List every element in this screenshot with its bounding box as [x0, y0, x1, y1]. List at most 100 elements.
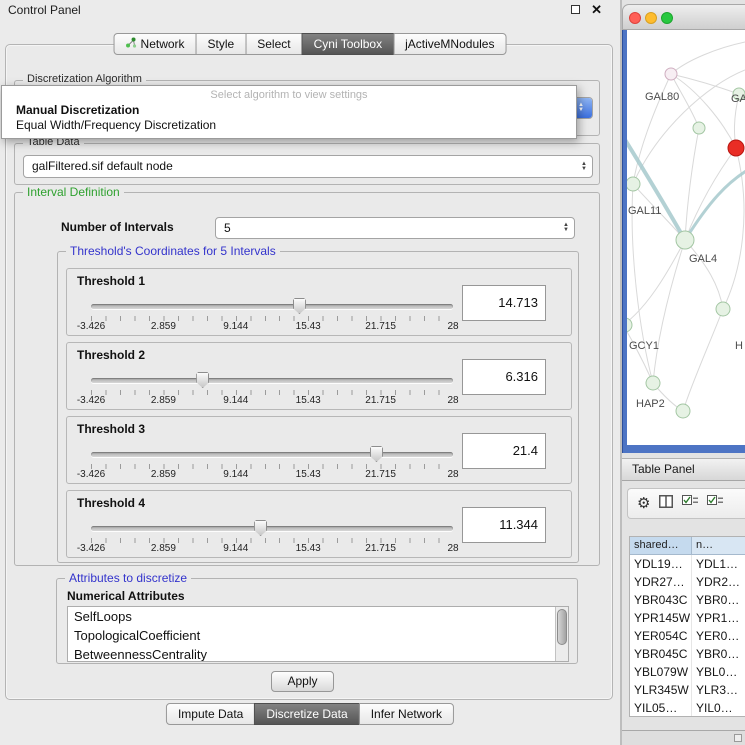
tab-cyni-toolbox[interactable]: Cyni Toolbox — [302, 33, 394, 55]
network-node[interactable] — [716, 302, 730, 316]
attributes-group-title: Attributes to discretize — [65, 571, 191, 585]
tab-label: Impute Data — [178, 707, 243, 721]
threshold-1-label: Threshold 1 — [77, 274, 145, 288]
tick-label: 9.144 — [223, 395, 248, 406]
cell: YIL05… — [630, 699, 692, 717]
close-panel-icon[interactable]: ✕ — [591, 2, 602, 18]
tick-label: -3.426 — [77, 395, 105, 406]
table-toolbar: ⚙ — [627, 488, 745, 519]
network-icon — [126, 37, 137, 51]
slider-thumb[interactable] — [293, 298, 306, 314]
tick-label: 2.859 — [151, 395, 176, 406]
threshold-3-value-field[interactable]: 21.4 — [462, 433, 546, 469]
top-tabstrip: Network Style Select Cyni Toolbox jActiv… — [114, 33, 507, 55]
cell: YBR045C — [630, 645, 692, 663]
threshold-1-slider[interactable] — [91, 297, 453, 315]
table-row[interactable]: YER054C YER0… — [630, 627, 745, 645]
network-node[interactable] — [665, 68, 677, 80]
tab-select[interactable]: Select — [245, 33, 302, 55]
list-item[interactable]: TopologicalCoefficient — [68, 626, 568, 645]
network-window-titlebar — [622, 4, 745, 30]
tab-impute-data[interactable]: Impute Data — [166, 703, 255, 725]
tab-jactivemnodules[interactable]: jActiveMNodules — [393, 33, 506, 55]
cell: YER054C — [630, 627, 692, 645]
dropdown-option-manual-discretization[interactable]: Manual Discretization — [2, 103, 576, 118]
bottom-tabstrip: Impute Data Discretize Data Infer Networ… — [166, 703, 454, 725]
zoom-window-icon[interactable] — [661, 12, 673, 24]
minimize-window-icon[interactable] — [645, 12, 657, 24]
cell: YBL079W — [630, 663, 692, 681]
threshold-1-box: Threshold 1 -3.426 2.859 9.144 15.43 21.… — [66, 268, 572, 336]
resize-grip[interactable] — [734, 734, 742, 742]
columns-icon[interactable] — [659, 495, 673, 513]
apply-button[interactable]: Apply — [271, 671, 334, 692]
network-canvas[interactable]: GAL80 GA GAL11 GAL4 GCY1 HAP2 H — [627, 30, 745, 445]
slider-thumb[interactable] — [370, 446, 383, 462]
table-data-group: Table Data galFiltered.sif default node … — [14, 143, 600, 185]
gear-icon[interactable]: ⚙ — [637, 496, 650, 511]
network-node[interactable] — [646, 376, 660, 390]
select-rows-icon[interactable] — [707, 495, 723, 513]
table-row[interactable]: YIL05… YIL0… — [630, 699, 745, 717]
tick-label: 15.43 — [296, 321, 321, 332]
cell: YBL0… — [692, 663, 745, 681]
column-header-shared-name[interactable]: shared… — [630, 537, 692, 555]
attributes-group: Attributes to discretize Numerical Attri… — [56, 578, 578, 664]
slider-thumb[interactable] — [196, 372, 209, 388]
table-row[interactable]: YLR345W YLR3… — [630, 681, 745, 699]
dropdown-option-equal-width-frequency[interactable]: Equal Width/Frequency Discretization — [2, 118, 576, 133]
scrollbar-thumb[interactable] — [557, 609, 567, 645]
table-row[interactable]: YPR145W YPR1… — [630, 609, 745, 627]
table-panel-title: Table Panel — [632, 462, 695, 476]
network-node[interactable] — [627, 177, 640, 191]
number-of-intervals-combobox[interactable]: 5 ▲▼ — [215, 217, 575, 239]
cell: YER0… — [692, 627, 745, 645]
threshold-4-slider[interactable] — [91, 519, 453, 537]
slider-thumb[interactable] — [254, 520, 267, 536]
tab-discretize-data[interactable]: Discretize Data — [254, 703, 359, 725]
threshold-3-slider[interactable] — [91, 445, 453, 463]
tab-label: Network — [141, 37, 185, 51]
table-row[interactable]: YBR043C YBR0… — [630, 591, 745, 609]
node-label: HAP2 — [636, 398, 665, 410]
float-panel-icon[interactable] — [571, 5, 580, 14]
node-label: GA — [731, 93, 745, 105]
tab-style[interactable]: Style — [196, 33, 247, 55]
slider-tick-labels: -3.426 2.859 9.144 15.43 21.715 28 — [91, 543, 453, 555]
network-node[interactable] — [693, 122, 705, 134]
table-row[interactable]: YDL19… YDL1… — [630, 555, 745, 573]
select-all-columns-icon[interactable] — [682, 495, 698, 513]
close-window-icon[interactable] — [629, 12, 641, 24]
tick-label: 21.715 — [365, 469, 396, 480]
network-node[interactable] — [676, 404, 690, 418]
table-data-combobox[interactable]: galFiltered.sif default node ▲▼ — [23, 155, 593, 178]
network-node[interactable] — [676, 231, 694, 249]
tab-network[interactable]: Network — [114, 33, 197, 55]
table-row[interactable]: YBR045C YBR0… — [630, 645, 745, 663]
tick-label: 28 — [447, 395, 458, 406]
spinner-arrows-icon: ▲▼ — [581, 162, 587, 172]
slider-tick-labels: -3.426 2.859 9.144 15.43 21.715 28 — [91, 469, 453, 481]
list-item[interactable]: BetweennessCentrality — [68, 645, 568, 662]
threshold-2-slider[interactable] — [91, 371, 453, 389]
network-node-selected[interactable] — [728, 140, 744, 156]
tab-label: Cyni Toolbox — [314, 37, 382, 51]
tab-infer-network[interactable]: Infer Network — [359, 703, 454, 725]
tick-label: 2.859 — [151, 543, 176, 554]
node-label: GAL80 — [645, 91, 679, 103]
right-region: GAL80 GA GAL11 GAL4 GCY1 HAP2 H Table Pa… — [622, 0, 745, 745]
column-header-name[interactable]: n… — [692, 537, 745, 555]
network-node[interactable] — [627, 318, 632, 332]
threshold-2-value-field[interactable]: 6.316 — [462, 359, 546, 395]
table-row[interactable]: YDR27… YDR2… — [630, 573, 745, 591]
slider-track — [91, 378, 453, 383]
list-item[interactable]: SelfLoops — [68, 607, 568, 626]
threshold-1-value-field[interactable]: 14.713 — [462, 285, 546, 321]
list-scrollbar[interactable] — [555, 607, 568, 661]
tick-label: -3.426 — [77, 321, 105, 332]
table-row[interactable]: YBL079W YBL0… — [630, 663, 745, 681]
tick-label: 9.144 — [223, 469, 248, 480]
tick-label: 28 — [447, 321, 458, 332]
network-view-frame: GAL80 GA GAL11 GAL4 GCY1 HAP2 H — [622, 30, 745, 453]
threshold-4-value-field[interactable]: 11.344 — [462, 507, 546, 543]
